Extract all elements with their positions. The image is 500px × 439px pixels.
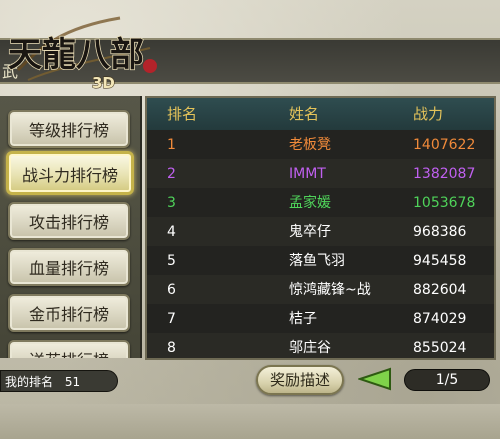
my-rank-value: 51 — [64, 375, 81, 389]
ranking-table: 排名 姓名 战力 1 老板凳 1407622 2 IMMT 1382087 3 孟家媛 1053… — [145, 96, 496, 360]
reward-description-button[interactable]: 奖励描述 — [256, 365, 344, 395]
rank-cell: 6 — [167, 282, 176, 298]
ranking-tab-list: 等级排行榜 战斗力排行榜 攻击排行榜 血量排行榜 金币排行榜 送花排行榜 — [0, 96, 142, 358]
game-logo: 天龍八部 3D — [7, 16, 157, 93]
name-cell: 桔子 — [289, 311, 317, 327]
table-row[interactable]: 8 邬庄谷 855024 — [147, 333, 494, 358]
tab-hp-ranking[interactable]: 血量排行榜 — [8, 248, 130, 286]
tab-flower-ranking[interactable]: 送花排行榜 — [8, 340, 130, 358]
table-row[interactable]: 1 老板凳 1407622 — [147, 130, 494, 161]
power-cell: 968386 — [413, 224, 467, 240]
svg-text:3D: 3D — [92, 74, 115, 92]
previous-page-icon[interactable] — [358, 367, 392, 391]
page-indicator: 1/5 — [404, 369, 490, 391]
my-rank-label: 我的排名 — [5, 375, 54, 389]
table-row[interactable]: 4 鬼卒仔 968386 — [147, 217, 494, 248]
tab-level-ranking[interactable]: 等级排行榜 — [8, 110, 130, 148]
rank-cell: 8 — [167, 340, 176, 356]
table-row[interactable]: 5 落鱼飞羽 945458 — [147, 246, 494, 277]
name-cell: 落鱼飞羽 — [289, 253, 345, 269]
power-cell: 874029 — [413, 311, 467, 327]
table-header: 排名 姓名 战力 — [147, 98, 494, 131]
bottom-decoration — [0, 404, 500, 439]
my-rank-display: 我的排名 51 — [0, 370, 118, 392]
rank-cell: 4 — [167, 224, 176, 240]
rank-cell: 2 — [167, 166, 176, 182]
power-cell: 1407622 — [413, 137, 476, 153]
table-row[interactable]: 6 惊鸿藏锋~战 882604 — [147, 275, 494, 306]
column-header-name: 姓名 — [289, 105, 320, 123]
tab-attack-ranking[interactable]: 攻击排行榜 — [8, 202, 130, 240]
power-cell: 945458 — [413, 253, 467, 269]
name-cell: IMMT — [289, 166, 326, 182]
power-cell: 1382087 — [413, 166, 476, 182]
name-cell: 孟家媛 — [289, 195, 331, 211]
name-cell: 邬庄谷 — [289, 340, 331, 356]
power-cell: 1053678 — [413, 195, 476, 211]
table-row[interactable]: 3 孟家媛 1053678 — [147, 188, 494, 219]
power-cell: 855024 — [413, 340, 467, 356]
rank-cell: 1 — [167, 137, 176, 153]
tab-gold-ranking[interactable]: 金币排行榜 — [8, 294, 130, 332]
column-header-power: 战力 — [413, 105, 444, 123]
name-cell: 老板凳 — [289, 137, 331, 153]
column-header-rank: 排名 — [167, 105, 198, 123]
table-row[interactable]: 2 IMMT 1382087 — [147, 159, 494, 190]
rank-cell: 7 — [167, 311, 176, 327]
svg-text:天龍八部: 天龍八部 — [8, 35, 144, 75]
name-cell: 鬼卒仔 — [289, 224, 331, 240]
name-cell: 惊鸿藏锋~战 — [289, 282, 371, 298]
tab-power-ranking[interactable]: 战斗力排行榜 — [6, 151, 134, 195]
power-cell: 882604 — [413, 282, 467, 298]
rank-cell: 3 — [167, 195, 176, 211]
rank-cell: 5 — [167, 253, 176, 269]
seal-icon — [143, 59, 157, 73]
table-row[interactable]: 7 桔子 874029 — [147, 304, 494, 335]
